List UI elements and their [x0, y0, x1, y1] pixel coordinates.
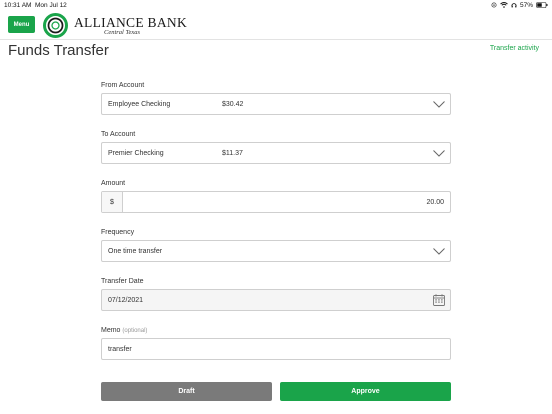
- from-account-label: From Account: [101, 82, 145, 89]
- transfer-date-label: Transfer Date: [101, 278, 144, 285]
- alliance-bank-logo-icon: [43, 13, 68, 38]
- transfer-date-input[interactable]: 07/12/2021: [101, 289, 451, 311]
- chevron-down-icon: [433, 248, 445, 255]
- calendar-icon[interactable]: [433, 294, 445, 306]
- battery-icon: [536, 2, 548, 8]
- chevron-down-icon: [433, 150, 445, 157]
- app-header: Menu ALLIANCE BANK Central Texas: [0, 11, 552, 40]
- memo-label-text: Memo: [101, 327, 121, 334]
- transfer-date-value: 07/12/2021: [108, 297, 144, 304]
- amount-label: Amount: [101, 180, 126, 187]
- from-account-balance: $30.42: [222, 101, 244, 108]
- menu-button[interactable]: Menu: [8, 16, 35, 33]
- currency-prefix: $: [102, 192, 123, 212]
- chevron-down-icon: [433, 101, 445, 108]
- memo-optional-hint: (optional): [122, 328, 148, 334]
- to-account-label: To Account: [101, 131, 136, 138]
- memo-value: transfer: [108, 346, 132, 353]
- status-bar: 10:31 AM Mon Jul 12 57%: [0, 0, 552, 11]
- status-time: 10:31 AM: [4, 2, 32, 9]
- approve-button[interactable]: Approve: [280, 382, 451, 401]
- status-indicators: 57%: [491, 2, 548, 9]
- from-account-select[interactable]: Employee Checking $30.42: [101, 93, 451, 115]
- frequency-label: Frequency: [101, 229, 135, 236]
- from-account-name: Employee Checking: [108, 101, 171, 108]
- amount-value: 20.00: [426, 199, 444, 206]
- frequency-value: One time transfer: [108, 248, 163, 255]
- page-title: Funds Transfer: [8, 42, 109, 59]
- frequency-select[interactable]: One time transfer: [101, 240, 451, 262]
- wifi-icon: [500, 2, 508, 8]
- battery-percent: 57%: [519, 1, 533, 9]
- to-account-select[interactable]: Premier Checking $11.37: [101, 142, 451, 164]
- memo-input[interactable]: transfer: [101, 338, 451, 360]
- draft-button[interactable]: Draft: [101, 382, 272, 401]
- headphones-icon: [511, 2, 517, 8]
- to-account-name: Premier Checking: [108, 150, 164, 157]
- to-account-balance: $11.37: [222, 150, 243, 157]
- amount-input[interactable]: $ 20.00: [101, 191, 451, 213]
- rotation-lock-icon: [491, 2, 497, 8]
- transfer-activity-link[interactable]: Transfer activity: [490, 45, 539, 52]
- bank-subtitle: Central Texas: [104, 29, 141, 36]
- memo-label: Memo (optional): [101, 327, 147, 334]
- status-date: Mon Jul 12: [35, 2, 67, 9]
